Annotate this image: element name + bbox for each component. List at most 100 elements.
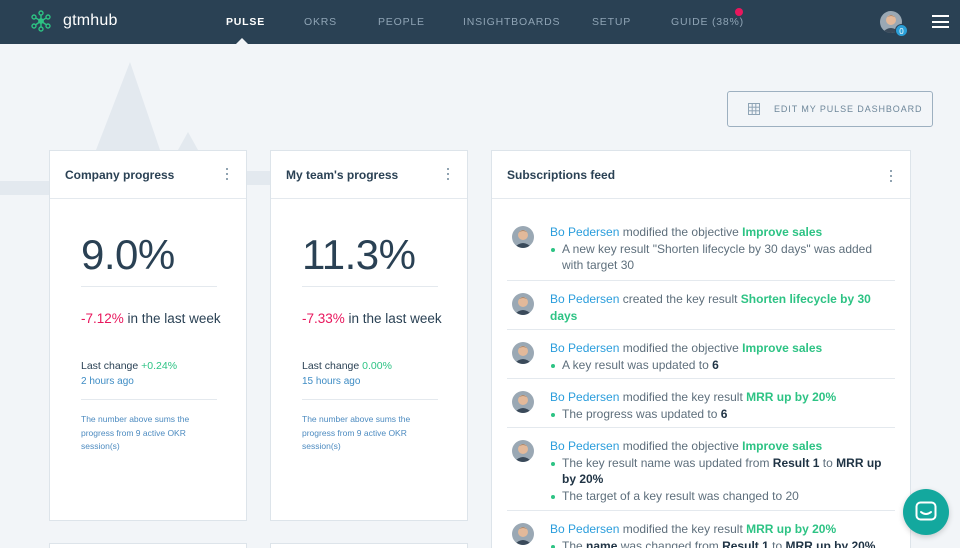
last-change: Last change 0.00% bbox=[302, 360, 392, 372]
feed-detail: A key result was updated to 6 bbox=[550, 357, 890, 374]
feed-action: modified the objective bbox=[619, 439, 743, 453]
more-options-icon[interactable] bbox=[447, 168, 451, 182]
feed-user-link[interactable]: Bo Pedersen bbox=[550, 292, 619, 306]
user-avatar-icon bbox=[512, 342, 534, 364]
feed-action: modified the objective bbox=[619, 341, 743, 355]
app-logo[interactable]: gtmhub bbox=[30, 10, 118, 32]
weekly-change-value: -7.12% bbox=[81, 311, 124, 326]
active-tab-indicator bbox=[236, 38, 248, 44]
divider bbox=[81, 286, 217, 287]
avatar[interactable] bbox=[512, 440, 534, 462]
feed-target-link[interactable]: MRR up by 20% bbox=[746, 522, 836, 536]
feed-action: created the key result bbox=[619, 292, 741, 306]
team-progress-card: My team's progress 11.3% -7.33% in the l… bbox=[270, 150, 468, 521]
avatar[interactable] bbox=[512, 226, 534, 248]
feed-action: modified the key result bbox=[619, 522, 747, 536]
progress-value: 11.3% bbox=[302, 231, 416, 278]
weekly-change-value: -7.33% bbox=[302, 311, 345, 326]
feed-detail: The key result name was updated from Res… bbox=[550, 455, 890, 488]
feed-detail-value: 6 bbox=[712, 357, 719, 372]
feed-detail-text: The progress was updated to bbox=[562, 406, 721, 421]
user-avatar-icon bbox=[512, 440, 534, 462]
last-change-value: +0.24% bbox=[141, 360, 178, 372]
user-avatar-icon bbox=[512, 523, 534, 545]
feed-detail: The name was changed from Result 1 to MR… bbox=[550, 538, 890, 548]
progress-note: The number above sums the progress from … bbox=[302, 414, 411, 451]
feed-target-link[interactable]: Improve sales bbox=[742, 341, 822, 355]
more-options-icon[interactable] bbox=[226, 168, 230, 182]
avatar[interactable] bbox=[512, 342, 534, 364]
feed-detail-value: MRR up by 20% bbox=[785, 538, 876, 548]
feed-item: Bo Pedersen modified the key result MRR … bbox=[507, 379, 895, 428]
user-avatar-icon bbox=[512, 391, 534, 413]
feed-detail-text: to bbox=[819, 455, 837, 470]
chat-button[interactable] bbox=[903, 489, 949, 535]
divider bbox=[81, 399, 217, 400]
gtmhub-molecule-icon bbox=[31, 10, 51, 32]
weekly-change-suffix: in the last week bbox=[344, 311, 442, 326]
feed-item-text: Bo Pedersen modified the key result MRR … bbox=[550, 389, 890, 422]
avatar[interactable] bbox=[512, 391, 534, 413]
feed-item-text: Bo Pedersen modified the objective Impro… bbox=[550, 340, 890, 373]
feed-item: Bo Pedersen modified the objective Impro… bbox=[507, 214, 895, 281]
edit-pulse-dashboard-button[interactable]: EDIT MY PULSE DASHBOARD bbox=[727, 91, 933, 127]
team-card-lower bbox=[270, 543, 468, 548]
feed-item: Bo Pedersen modified the key result MRR … bbox=[507, 511, 895, 548]
nav-tab-people[interactable]: PEOPLE bbox=[378, 0, 425, 44]
top-navigation-bar: gtmhub PULSE OKRS PEOPLE INSIGHTBOARDS S… bbox=[0, 0, 960, 44]
weekly-change: -7.33% in the last week bbox=[302, 311, 442, 326]
feed-item-text: Bo Pedersen modified the key result MRR … bbox=[550, 521, 890, 548]
feed-target-link[interactable]: Improve sales bbox=[742, 439, 822, 453]
divider bbox=[302, 286, 438, 287]
feed-item: Bo Pedersen modified the objective Impro… bbox=[507, 330, 895, 379]
user-avatar-icon bbox=[512, 226, 534, 248]
notification-badge[interactable]: 0 bbox=[895, 24, 908, 37]
subscriptions-feed-card: Subscriptions feed Bo Pedersen modified … bbox=[491, 150, 911, 548]
app-name: gtmhub bbox=[63, 12, 118, 29]
feed-item: Bo Pedersen modified the objective Impro… bbox=[507, 428, 895, 511]
feed-detail-text: The key result name was updated from bbox=[562, 455, 773, 470]
feed-user-link[interactable]: Bo Pedersen bbox=[550, 390, 619, 404]
weekly-change: -7.12% in the last week bbox=[81, 311, 221, 326]
feed-item: Bo Pedersen created the key result Short… bbox=[507, 281, 895, 330]
last-change: Last change +0.24% bbox=[81, 360, 177, 372]
nav-tab-okrs[interactable]: OKRS bbox=[304, 0, 337, 44]
feed-detail-value: Result 1 bbox=[722, 538, 769, 548]
feed-action: modified the objective bbox=[619, 225, 743, 239]
feed-detail: The progress was updated to 6 bbox=[550, 406, 890, 423]
divider bbox=[302, 399, 438, 400]
grid-icon bbox=[748, 103, 760, 115]
user-avatar-icon bbox=[512, 293, 534, 315]
last-change-time: 15 hours ago bbox=[302, 376, 361, 387]
last-change-value: 0.00% bbox=[362, 360, 392, 372]
weekly-change-suffix: in the last week bbox=[123, 311, 221, 326]
feed-user-link[interactable]: Bo Pedersen bbox=[550, 439, 619, 453]
nav-tab-guide[interactable]: GUIDE (38%) bbox=[671, 0, 744, 44]
feed-item-text: Bo Pedersen modified the objective Impro… bbox=[550, 224, 890, 274]
feed-item-text: Bo Pedersen created the key result Short… bbox=[550, 291, 890, 324]
last-change-label: Last change bbox=[302, 360, 363, 372]
card-title: Subscriptions feed bbox=[507, 168, 616, 182]
feed-user-link[interactable]: Bo Pedersen bbox=[550, 522, 619, 536]
feed-target-link[interactable]: MRR up by 20% bbox=[746, 390, 836, 404]
guide-notification-dot bbox=[735, 8, 743, 16]
feed-user-link[interactable]: Bo Pedersen bbox=[550, 341, 619, 355]
feed-target-link[interactable]: Improve sales bbox=[742, 225, 822, 239]
last-change-label: Last change bbox=[81, 360, 142, 372]
avatar[interactable] bbox=[512, 293, 534, 315]
feed-detail-text: The bbox=[562, 538, 587, 548]
card-header: Company progress bbox=[50, 151, 246, 199]
more-options-icon[interactable] bbox=[890, 170, 894, 184]
feed-item-text: Bo Pedersen modified the objective Impro… bbox=[550, 438, 890, 504]
company-card-lower bbox=[49, 543, 247, 548]
edit-pulse-dashboard-label: EDIT MY PULSE DASHBOARD bbox=[774, 104, 923, 114]
avatar[interactable] bbox=[512, 523, 534, 545]
feed-user-link[interactable]: Bo Pedersen bbox=[550, 225, 619, 239]
nav-tab-insightboards[interactable]: INSIGHTBOARDS bbox=[463, 0, 560, 44]
card-title: Company progress bbox=[65, 168, 175, 182]
card-header: Subscriptions feed bbox=[492, 151, 910, 199]
feed-detail-value: 6 bbox=[720, 406, 728, 421]
hamburger-icon[interactable] bbox=[932, 15, 949, 28]
nav-tab-setup[interactable]: SETUP bbox=[592, 0, 631, 44]
chat-bubble-icon bbox=[915, 501, 937, 521]
